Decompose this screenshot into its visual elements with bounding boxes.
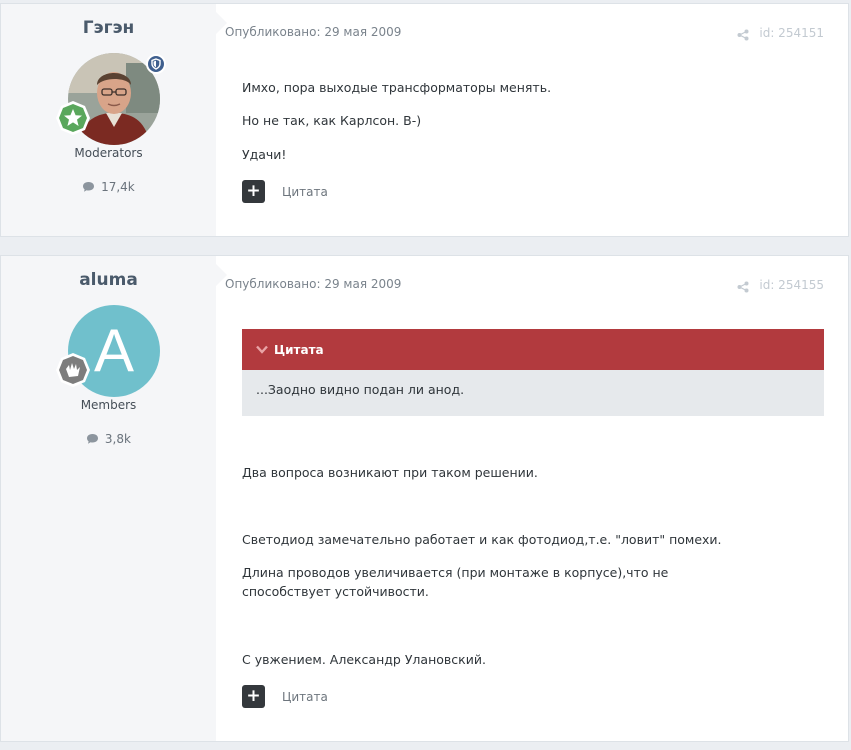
quote-button[interactable]: Цитата: [282, 185, 328, 199]
chevron-down-icon[interactable]: [256, 345, 268, 354]
quote-action[interactable]: + Цитата: [242, 180, 328, 203]
quote-action[interactable]: + Цитата: [242, 685, 328, 708]
author-name[interactable]: Гэгэн: [1, 18, 216, 38]
blockquote: Цитата ...Заодно видно подан ли анод.: [242, 329, 824, 416]
post-id: id: 254155: [759, 278, 824, 292]
star-badge-icon: [55, 100, 91, 136]
quote-button[interactable]: Цитата: [282, 690, 328, 704]
post-date[interactable]: Опубликовано: 29 мая 2009: [225, 25, 401, 39]
post-id: id: 254151: [759, 26, 824, 40]
post-date[interactable]: Опубликовано: 29 мая 2009: [225, 277, 401, 291]
multiquote-plus-button[interactable]: +: [242, 685, 265, 708]
post-content: Опубликовано: 29 мая 2009 id: 254155 Цит…: [216, 256, 848, 741]
post-paragraph: Светодиод замечательно работает и как фо…: [242, 532, 722, 547]
post-paragraph: Удачи!: [242, 147, 287, 162]
share-icon[interactable]: [737, 278, 749, 297]
share-icon[interactable]: [737, 26, 749, 45]
avatar[interactable]: A: [56, 305, 160, 397]
author-panel: Гэгэн Moderators 17,4k: [1, 4, 216, 236]
author-panel: aluma A Members 3,8k: [1, 256, 216, 741]
post-paragraph: Длина проводов увеличивается (при монтаж…: [242, 565, 669, 599]
post-254155: aluma A Members 3,8k Опубликовано: 29 ма…: [0, 255, 849, 742]
post-count: 17,4k: [1, 180, 216, 194]
comment-icon: [87, 434, 99, 444]
post-count-value: 17,4k: [101, 180, 135, 194]
avatar[interactable]: [56, 53, 166, 145]
post-paragraph: Два вопроса возникают при таком решении.: [242, 465, 538, 480]
post-254151: Гэгэн Moderators 17,4k Опубликовано: 29 …: [0, 3, 849, 237]
author-group: Members: [80, 398, 137, 412]
author-group: Moderators: [74, 146, 143, 160]
post-count-value: 3,8k: [104, 432, 131, 446]
post-paragraph: Но не так, как Карлсон. B-): [242, 113, 422, 128]
comment-icon: [83, 182, 95, 192]
hand-badge-icon: [55, 352, 91, 388]
multiquote-plus-button[interactable]: +: [242, 180, 265, 203]
author-name[interactable]: aluma: [1, 270, 216, 290]
quote-body: ...Заодно видно подан ли анод.: [242, 370, 824, 416]
post-paragraph: Имхо, пора выходые трансформаторы менять…: [242, 80, 552, 95]
post-count: 3,8k: [1, 432, 216, 446]
post-paragraph: С увжением. Александр Улановский.: [242, 652, 486, 667]
post-content: Опубликовано: 29 мая 2009 id: 254151 Имх…: [216, 4, 848, 236]
quote-header[interactable]: Цитата: [242, 329, 824, 370]
shield-badge-icon: [146, 54, 166, 74]
quote-header-label: Цитата: [274, 342, 324, 357]
